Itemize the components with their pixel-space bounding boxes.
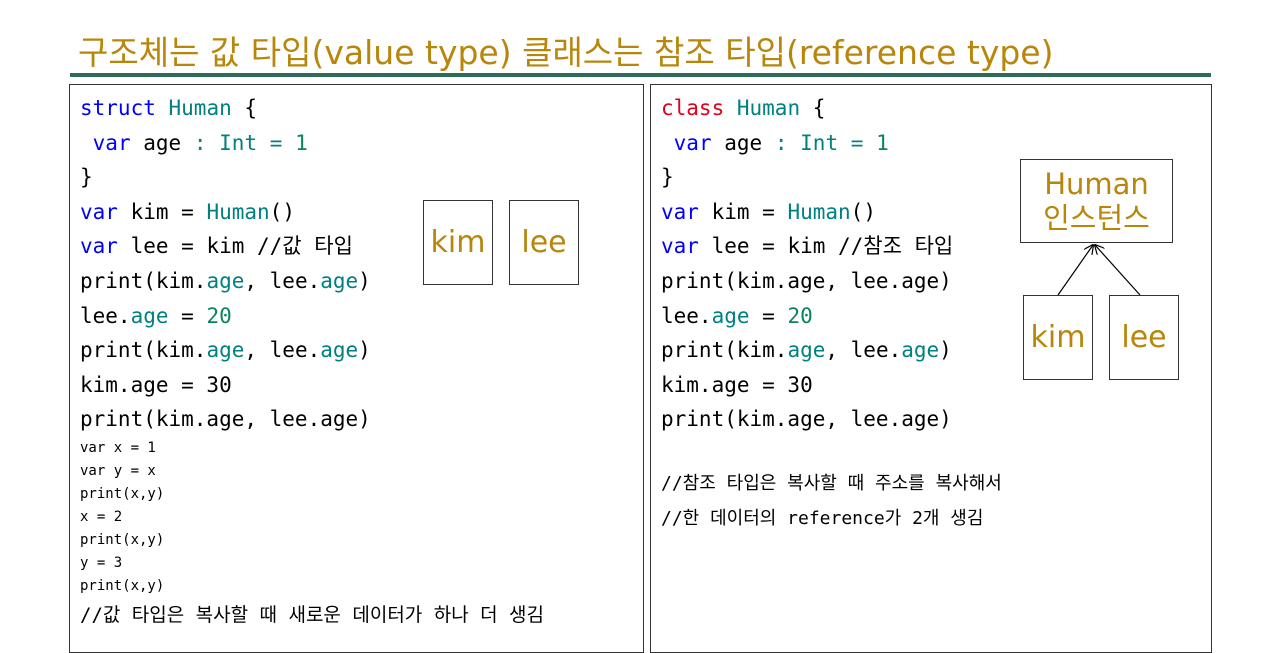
lee-reference-arrow — [1095, 245, 1141, 296]
lee-reference-box: lee — [1109, 295, 1179, 380]
instance-class-name: Human — [1044, 167, 1149, 201]
kim-reference-box: kim — [1023, 295, 1093, 380]
kim-reference-arrow — [1057, 245, 1093, 296]
instance-label: 인스턴스 — [1043, 201, 1150, 235]
human-instance-box: Human 인스턴스 — [1020, 159, 1173, 243]
